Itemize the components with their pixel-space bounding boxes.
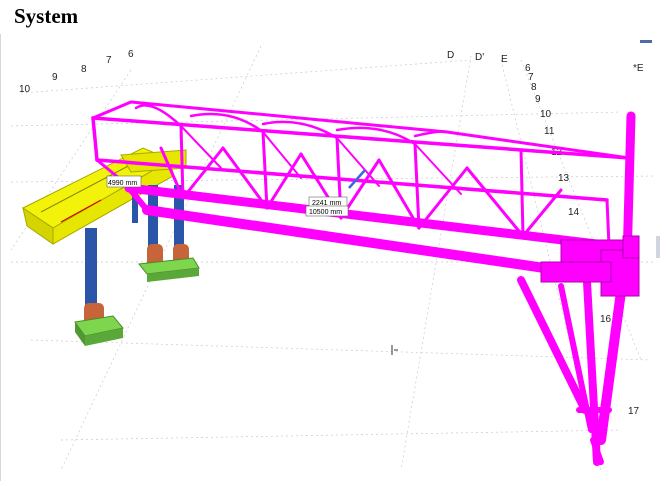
grid-number: 17	[628, 406, 640, 417]
grid-letter: E	[501, 54, 508, 65]
side-scrollbar[interactable]	[656, 236, 660, 258]
dimension-label[interactable]: 2241 mm	[308, 196, 348, 208]
grid-number: 8	[531, 82, 537, 93]
grid-number: 11	[544, 126, 555, 137]
model-viewport[interactable]: 6 7 8 9 10 D D' E *E 6 7 8 9 10 11 12 13…	[0, 34, 659, 481]
grid-number: 13	[558, 173, 570, 184]
grid-number: 10	[19, 84, 31, 95]
grid-letter: D	[447, 50, 454, 61]
grid-number: 9	[52, 72, 58, 83]
grid-number: 8	[81, 64, 87, 75]
grid-number: 6	[128, 49, 134, 60]
page-title: System	[14, 4, 79, 28]
grid-letter: *E	[633, 63, 644, 74]
cursor-marker	[391, 345, 398, 355]
left-grid-numbers: 6 7 8 9 10	[19, 49, 134, 95]
grid-number: 9	[535, 94, 541, 105]
viewport-scroll-indicator[interactable]	[640, 40, 652, 43]
grid-number: 14	[568, 207, 580, 218]
dimension-label[interactable]: 10500 mm	[305, 205, 349, 217]
grid-lines	[10, 45, 657, 471]
dimension-text: 10500 mm	[309, 209, 342, 216]
grid-number: 10	[540, 109, 552, 120]
model-canvas[interactable]: 6 7 8 9 10 D D' E *E 6 7 8 9 10 11 12 13…	[1, 34, 659, 481]
dimension-text: 4990 mm	[108, 180, 137, 187]
dimension-label[interactable]: 4990 mm	[106, 175, 142, 188]
grid-letter: D'	[475, 52, 484, 63]
grid-number: 7	[106, 55, 112, 66]
grid-letters: D D' E *E	[447, 50, 644, 74]
grid-number: 16	[600, 314, 612, 325]
